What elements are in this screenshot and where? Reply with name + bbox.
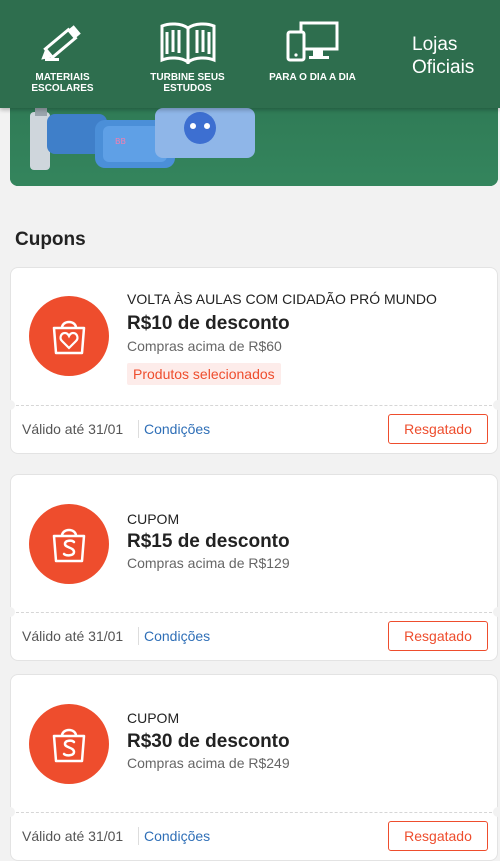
promo-banner[interactable]: BB MATERIAIS ESCOLARES TURBINE SEUS ESTU… xyxy=(0,0,500,186)
section-title: Cupons xyxy=(15,229,86,250)
conditions-link[interactable]: Condições xyxy=(144,828,210,844)
coupon-min-purchase: Compras acima de R$249 xyxy=(127,755,290,771)
coupon-label: CUPOM xyxy=(127,511,180,527)
coupon-notch-right xyxy=(493,400,500,410)
school-products-image: BB xyxy=(30,108,255,170)
shopping-bag-heart-icon xyxy=(29,296,109,376)
coupon-title: R$10 de desconto xyxy=(127,313,290,334)
coupon-notch-left xyxy=(5,807,15,817)
book-icon xyxy=(158,18,218,66)
conditions-link[interactable]: Condições xyxy=(144,421,210,437)
pencil-icon xyxy=(33,18,93,66)
coupon-divider xyxy=(11,405,497,406)
coupon-validity: Válido até 31/01 xyxy=(22,628,124,644)
coupon-min-purchase: Compras acima de R$129 xyxy=(127,555,290,571)
coupon-title: R$30 de desconto xyxy=(127,731,290,752)
nav-lojas-label: Lojas Oficiais xyxy=(412,34,475,78)
category-nav: MATERIAIS ESCOLARES TURBINE SEUS ESTUDOS xyxy=(0,0,500,108)
nav-item-lojas-oficiais[interactable]: Lojas Oficiais xyxy=(375,0,500,108)
nav-item-para-o-dia-a-dia[interactable]: PARA O DIA A DIA xyxy=(250,0,375,108)
svg-text:BB: BB xyxy=(115,137,126,146)
redeemed-button[interactable]: Resgatado xyxy=(388,821,488,851)
redeemed-button[interactable]: Resgatado xyxy=(388,414,488,444)
nav-item-turbine-seus-estudos[interactable]: TURBINE SEUS ESTUDOS xyxy=(125,0,250,108)
coupon-notch-right xyxy=(493,607,500,617)
coupon-separator xyxy=(138,827,139,845)
coupon-min-purchase: Compras acima de R$60 xyxy=(127,338,282,354)
redeemed-button[interactable]: Resgatado xyxy=(388,621,488,651)
coupon-validity: Válido até 31/01 xyxy=(22,421,124,437)
coupon-card: VOLTA ÀS AULAS COM CIDADÃO PRÓ MUNDO R$1… xyxy=(5,267,500,454)
coupon-card: CUPOM R$30 de desconto Compras acima de … xyxy=(5,674,500,861)
coupon-title: R$15 de desconto xyxy=(127,531,290,552)
coupon-notch-right xyxy=(493,807,500,817)
coupon-notch-left xyxy=(5,400,15,410)
devices-icon xyxy=(283,18,343,66)
coupon-tag: Produtos selecionados xyxy=(127,363,281,385)
coupon-label: VOLTA ÀS AULAS COM CIDADÃO PRÓ MUNDO xyxy=(127,291,437,307)
shopee-bag-icon xyxy=(29,504,109,584)
coupon-divider xyxy=(11,812,497,813)
nav-label: TURBINE SEUS ESTUDOS xyxy=(150,72,225,94)
coupon-card: CUPOM R$15 de desconto Compras acima de … xyxy=(5,474,500,661)
shopee-bag-icon xyxy=(29,704,109,784)
nav-label: PARA O DIA A DIA xyxy=(269,72,356,83)
coupon-notch-left xyxy=(5,607,15,617)
coupon-label: CUPOM xyxy=(127,710,180,726)
coupon-validity: Válido até 31/01 xyxy=(22,828,124,844)
nav-item-materiais-escolares[interactable]: MATERIAIS ESCOLARES xyxy=(0,0,125,108)
coupon-separator xyxy=(138,627,139,645)
coupon-separator xyxy=(138,420,139,438)
coupon-divider xyxy=(11,612,497,613)
conditions-link[interactable]: Condições xyxy=(144,628,210,644)
nav-label: MATERIAIS ESCOLARES xyxy=(31,72,94,94)
